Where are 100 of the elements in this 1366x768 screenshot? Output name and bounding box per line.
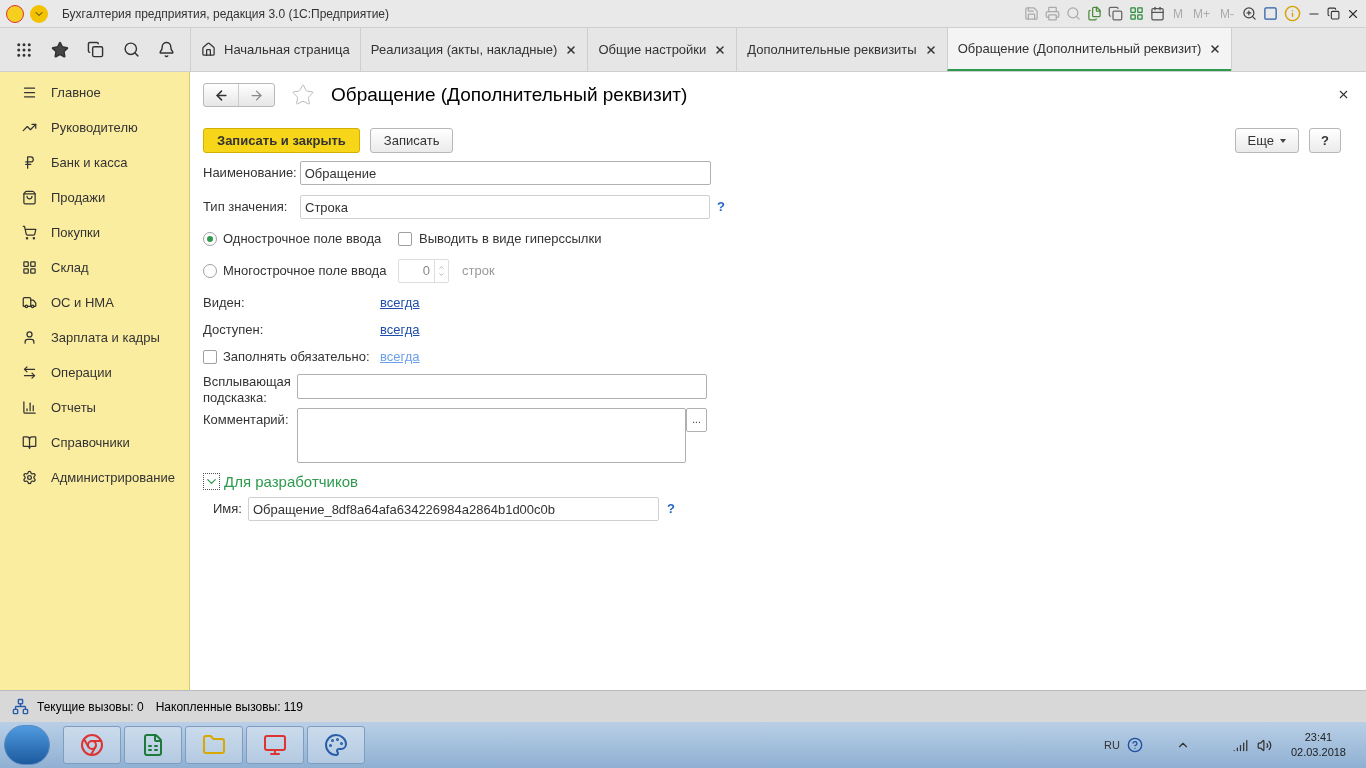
favorites-icon[interactable]	[51, 40, 70, 59]
cart-icon	[22, 225, 37, 240]
tab[interactable]: Реализация (акты, накладные)	[359, 28, 588, 71]
field-label: Виден:	[203, 293, 245, 312]
tab-label: Начальная страница	[224, 40, 350, 59]
notifications-icon[interactable]	[157, 41, 175, 58]
radio-button[interactable]	[203, 231, 217, 246]
close-icon[interactable]	[924, 43, 937, 56]
copy-icon[interactable]	[1108, 6, 1123, 21]
field-label: Наименование:	[203, 164, 297, 183]
menu-icon	[22, 85, 37, 100]
close-icon[interactable]	[565, 43, 578, 56]
taskbar-button[interactable]	[124, 726, 182, 764]
field-label: Комментарий:	[203, 410, 290, 429]
status-text: Текущие вызовы: 0	[37, 698, 144, 716]
grid-icon	[22, 260, 37, 275]
caret-icon	[1280, 138, 1286, 143]
tab-label: Обращение (Дополнительный реквизит)	[957, 39, 1202, 58]
help-icon[interactable]	[1126, 737, 1143, 753]
tooltip-field[interactable]	[297, 373, 707, 399]
field-label: Имя:	[213, 500, 242, 519]
close-icon[interactable]	[714, 43, 727, 56]
close-icon[interactable]	[1337, 88, 1350, 101]
arrows-icon	[22, 365, 37, 380]
home-icon	[201, 42, 216, 57]
sidebar-item[interactable]: Справочники	[0, 425, 189, 460]
truck-icon	[22, 295, 37, 310]
taskbar-button[interactable]	[63, 726, 121, 764]
sidebar-item[interactable]: Операции	[0, 355, 189, 390]
start-button[interactable]	[4, 725, 50, 765]
taskbar-button[interactable]	[246, 726, 304, 764]
book-icon	[22, 435, 37, 450]
checkbox-label: Выводить в виде гиперссылки	[419, 230, 602, 248]
dropdown-icon[interactable]	[30, 4, 48, 23]
sidebar-item[interactable]: Отчеты	[0, 390, 189, 425]
bag-icon	[22, 190, 37, 205]
collapse-toggle[interactable]	[203, 473, 220, 491]
spinner-suffix: строк	[462, 261, 495, 280]
bar-chart-icon	[22, 400, 37, 415]
identifier-field[interactable]: Обращение_8df8a64afa634226984a2864b1d00c0b	[247, 497, 659, 521]
type-field[interactable]: Строка	[300, 195, 710, 219]
radio-label: Однострочное поле ввода	[223, 230, 382, 248]
window-title: Бухгалтерия предприятия, редакция 3.0 (1С:Предприятие)	[62, 5, 390, 23]
sidebar-item[interactable]: Главное	[0, 75, 189, 110]
field-label: Доступен:	[203, 320, 264, 339]
more-button[interactable]: Еще	[1234, 128, 1299, 153]
tab[interactable]: Начальная страница	[190, 28, 360, 71]
open-editor-button[interactable]: ...	[686, 407, 707, 432]
panel-icon[interactable]	[1263, 6, 1278, 21]
sidebar-item[interactable]: Зарплата и кадры	[0, 320, 189, 355]
condition-link[interactable]: всегда	[380, 292, 420, 313]
radio-label: Многострочное поле ввода	[223, 261, 387, 280]
sidebar-item[interactable]: Администрирование	[0, 460, 189, 495]
save-and-close-button[interactable]: Записать и закрыть	[203, 128, 360, 153]
sidebar-item[interactable]: ОС и НМА	[0, 285, 189, 320]
volume-icon[interactable]	[1256, 737, 1272, 753]
sidebar-item[interactable]: Покупки	[0, 215, 189, 250]
help-link[interactable]: ?	[717, 197, 725, 217]
help-link[interactable]: ?	[666, 499, 675, 519]
zoom-icon[interactable]	[1242, 6, 1257, 21]
tab-label: Общие настройки	[598, 40, 707, 59]
browser-icon	[80, 733, 104, 757]
ruble-icon	[22, 155, 37, 170]
sidebar-item[interactable]: Банк и касса	[0, 145, 189, 180]
field-label: Всплывающая подсказка:	[203, 373, 291, 406]
field-label: Тип значения:	[203, 198, 289, 217]
tab[interactable]: Обращение (Дополнительный реквизит)	[946, 28, 1232, 71]
comment-field[interactable]	[297, 407, 686, 463]
sidebar-item[interactable]: Продажи	[0, 180, 189, 215]
help-button[interactable]: ?	[1309, 128, 1341, 153]
spreadsheet-icon	[141, 733, 165, 757]
close-icon[interactable]	[1209, 42, 1222, 55]
grid-menu-icon[interactable]	[15, 40, 34, 59]
taskbar-button[interactable]	[307, 726, 365, 764]
language-indicator[interactable]: RU	[1104, 736, 1120, 754]
person-icon	[22, 330, 37, 345]
condition-link[interactable]: всегда	[380, 319, 420, 340]
checkbox[interactable]	[398, 231, 412, 246]
documents-icon[interactable]	[1087, 6, 1102, 21]
favorite-star-icon[interactable]	[291, 83, 315, 107]
app-icon	[263, 733, 287, 757]
network-icon	[12, 698, 29, 715]
group-title: Для разработчиков	[224, 471, 358, 492]
settings-icon	[22, 470, 37, 485]
tab-label: Реализация (акты, накладные)	[370, 40, 558, 59]
search-icon[interactable]	[122, 41, 140, 58]
field-label: Заполнять обязательно:	[223, 347, 370, 366]
tab[interactable]: Дополнительные реквизиты	[736, 28, 947, 71]
save-button[interactable]: Записать	[369, 128, 454, 153]
folder-icon	[202, 733, 226, 757]
radio-button[interactable]	[203, 263, 217, 278]
tab[interactable]: Общие настройки	[587, 28, 737, 71]
signal-icon[interactable]	[1232, 737, 1248, 753]
clock-date: 02.03.2018	[1290, 745, 1346, 760]
calendar-icon[interactable]	[1150, 6, 1165, 21]
restore-icon[interactable]	[1327, 7, 1340, 20]
name-field[interactable]: Обращение	[299, 161, 711, 185]
clock-time: 23:41	[1304, 730, 1333, 745]
sidebar-item[interactable]: Руководителю	[0, 110, 189, 145]
sidebar-item[interactable]: Склад	[0, 250, 189, 285]
